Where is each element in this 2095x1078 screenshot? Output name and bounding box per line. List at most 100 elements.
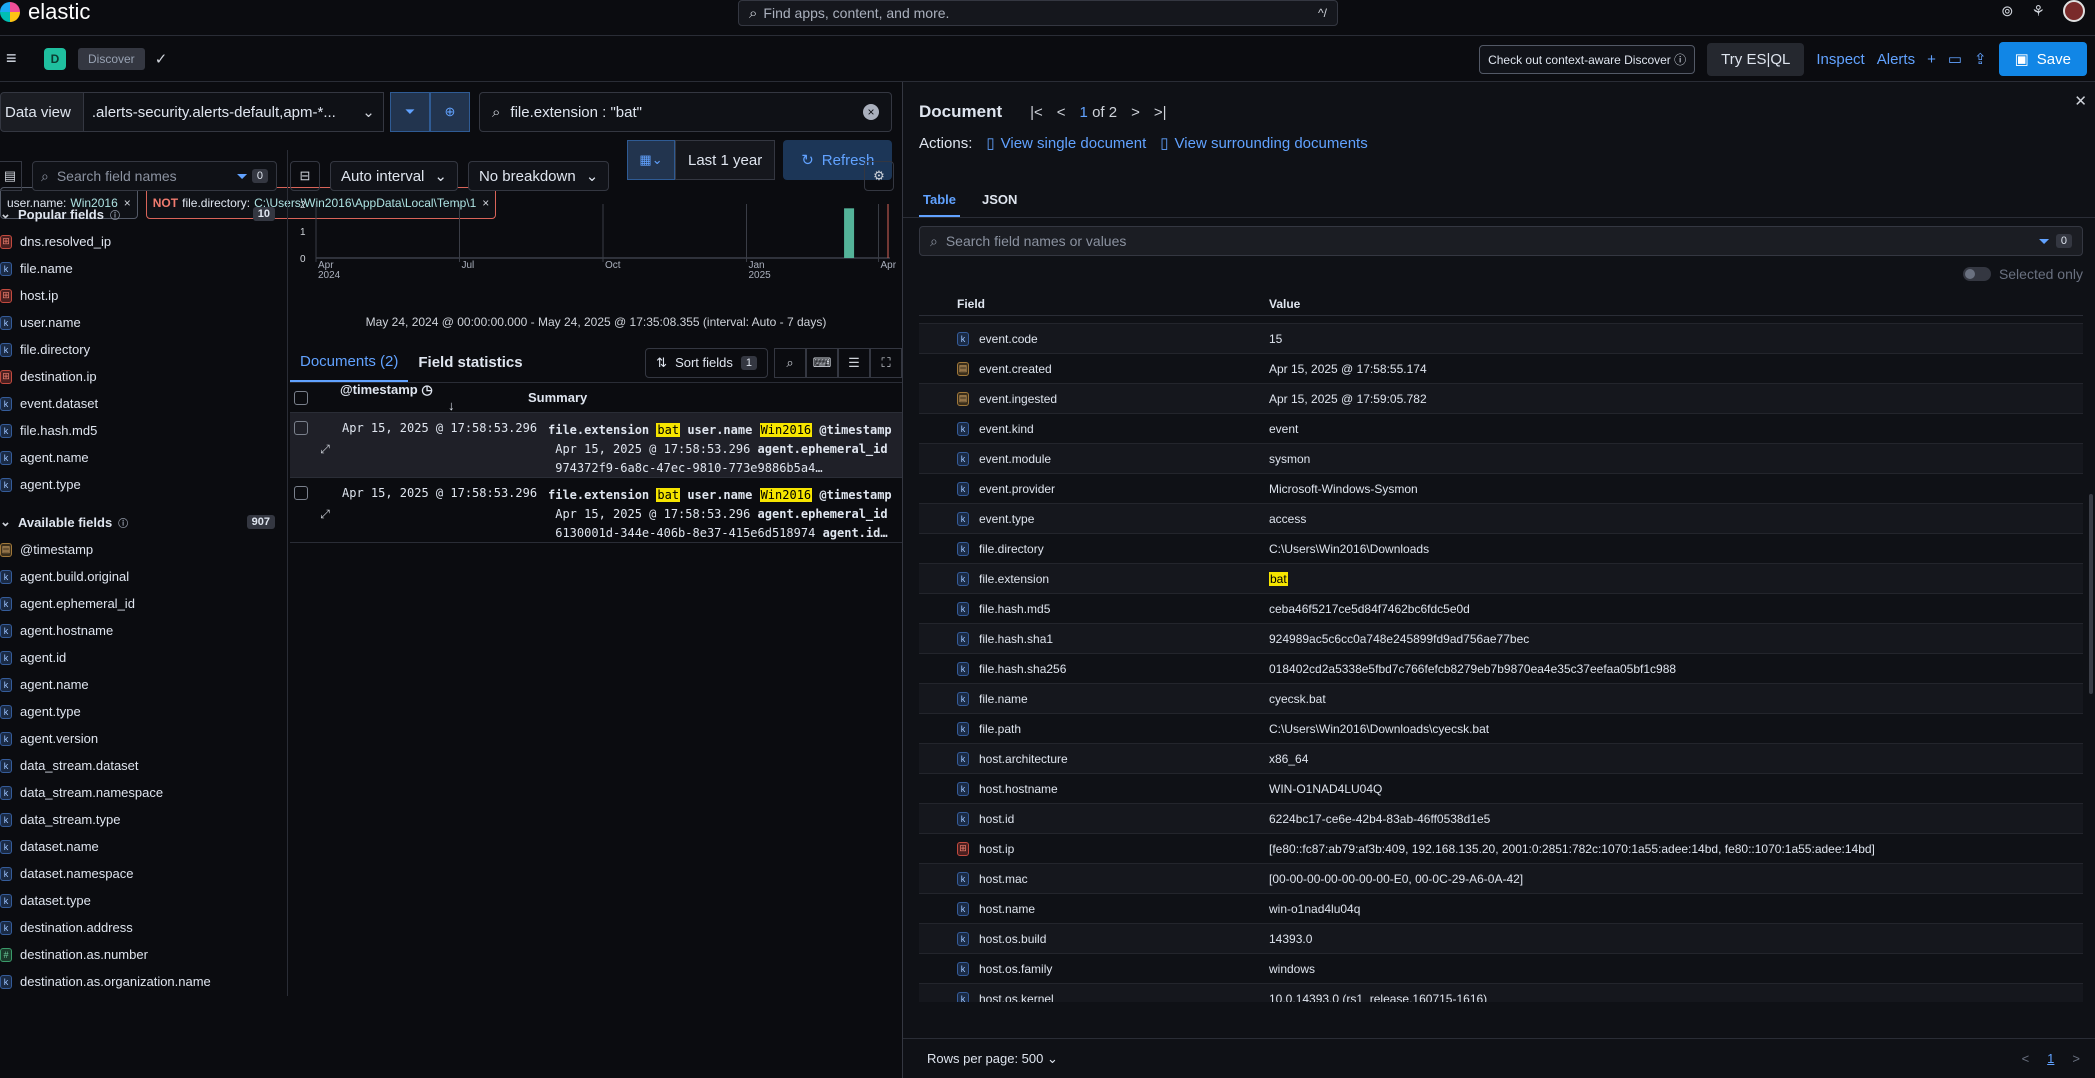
select-all-checkbox[interactable] — [294, 390, 308, 405]
try-esql-button[interactable]: Try ES|QL — [1707, 42, 1805, 76]
table-row[interactable]: k host.os.family windows — [919, 954, 2083, 984]
table-row[interactable]: k event.module sysmon — [919, 444, 2083, 474]
settings-icon[interactable]: ☰ — [838, 347, 870, 378]
sidebar-field-item[interactable]: k event.dataset — [0, 390, 287, 417]
add-filter-button[interactable]: ⊕ — [430, 92, 470, 132]
save-button[interactable]: ▣ Save — [1998, 42, 2087, 76]
sidebar-field-item[interactable]: k agent.type — [0, 698, 287, 725]
table-row[interactable]: k host.mac [00-00-00-00-00-00-00-E0, 00-0C… — [919, 864, 2083, 894]
sidebar-field-item[interactable]: k agent.name — [0, 444, 287, 471]
sidebar-field-item[interactable]: k file.name — [0, 255, 287, 282]
flyout-scrollbar[interactable] — [2089, 494, 2093, 694]
sidebar-toggle-icon[interactable]: ▤ — [0, 161, 22, 191]
first-page-icon[interactable]: |< — [1030, 104, 1043, 121]
data-view-picker[interactable]: Data view .alerts-security.alerts-defaul… — [0, 92, 384, 132]
global-search-input[interactable]: ⌕ Find apps, content, and more. ^/ — [738, 0, 1338, 26]
flyout-filter-button[interactable]: ⏷ 0 — [2039, 233, 2072, 250]
row-checkbox[interactable] — [294, 421, 308, 435]
next-page-icon[interactable]: > — [1131, 104, 1140, 121]
tab-documents[interactable]: Documents (2) — [290, 343, 409, 382]
sidebar-field-item[interactable]: ⊞ host.ip — [0, 282, 287, 309]
interval-select[interactable]: Auto interval ⌄ — [330, 161, 458, 191]
prev-page-icon[interactable]: < — [1057, 104, 1066, 121]
sidebar-field-item[interactable]: k dataset.namespace — [0, 860, 287, 887]
breadcrumb[interactable]: Discover — [78, 47, 145, 70]
table-row[interactable]: k event.provider Microsoft-Windows-Sysmon — [919, 474, 2083, 504]
sidebar-field-item[interactable]: k agent.build.original — [0, 563, 287, 590]
data-view-select[interactable]: .alerts-security.alerts-default,apm-*...… — [83, 92, 384, 132]
open-icon[interactable]: ▭ — [1948, 50, 1962, 68]
field-filter-button[interactable]: ⏷ 0 — [237, 168, 268, 185]
sidebar-field-item[interactable]: k agent.type — [0, 471, 287, 498]
sidebar-field-item[interactable]: k dataset.type — [0, 887, 287, 914]
close-icon[interactable]: ✕ — [2074, 92, 2087, 110]
sidebar-field-item[interactable]: k file.directory — [0, 336, 287, 363]
elastic-logo[interactable]: elastic — [0, 0, 90, 24]
table-row[interactable]: k file.name cyecsk.bat — [919, 684, 2083, 714]
sidebar-field-item[interactable]: ▤ @timestamp — [0, 536, 287, 563]
query-input[interactable]: ⌕ file.extension : "bat" × — [479, 92, 892, 132]
table-row[interactable]: k event.kind event — [919, 414, 2083, 444]
sidebar-field-item[interactable]: k user.name — [0, 309, 287, 336]
table-row[interactable]: k host.name win-o1nad4lu04q — [919, 894, 2083, 924]
table-row[interactable]: k file.hash.md5 ceba46f5217ce5d84f7462bc6f… — [919, 594, 2083, 624]
row-checkbox[interactable] — [294, 486, 308, 500]
column-timestamp[interactable]: @timestamp ◷ ↓ — [340, 382, 500, 413]
inspect-button[interactable]: Inspect — [1816, 51, 1864, 68]
tab-field-statistics[interactable]: Field statistics — [408, 344, 532, 381]
keyboard-icon[interactable]: ⌨ — [806, 347, 838, 378]
expand-icon[interactable]: ⤢ — [316, 486, 334, 542]
sort-fields-button[interactable]: ⇅ Sort fields 1 — [645, 347, 768, 378]
sidebar-field-item[interactable]: k data_stream.dataset — [0, 752, 287, 779]
table-row[interactable]: k file.hash.sha256 018402cd2a5338e5fbd7c76… — [919, 654, 2083, 684]
view-single-document-link[interactable]: ▯ View single document — [986, 134, 1146, 153]
table-row[interactable]: ⤢ Apr 15, 2025 @ 17:58:53.296 file.extensi… — [290, 413, 902, 478]
sidebar-field-item[interactable]: k file.hash.md5 — [0, 417, 287, 444]
clear-icon[interactable]: × — [863, 104, 879, 120]
table-row[interactable]: k host.os.build 14393.0 — [919, 924, 2083, 954]
chart-options-icon[interactable]: ⚙ — [864, 161, 894, 191]
sidebar-field-item[interactable]: k agent.version — [0, 725, 287, 752]
sidebar-field-item[interactable]: k dataset.name — [0, 833, 287, 860]
sidebar-field-item[interactable]: k agent.hostname — [0, 617, 287, 644]
avatar[interactable] — [2063, 0, 2085, 22]
sidebar-field-item[interactable]: ⊞ dns.resolved_ip — [0, 228, 287, 255]
sidebar-field-item[interactable]: k data_stream.namespace — [0, 779, 287, 806]
sort-desc-icon[interactable]: ↓ — [448, 398, 455, 413]
news-feed-icon[interactable]: ⚘ — [2032, 2, 2045, 20]
table-row[interactable]: ▤ event.created Apr 15, 2025 @ 17:58:55.17… — [919, 354, 2083, 384]
table-row[interactable]: k event.code 15 — [919, 324, 2083, 354]
view-surrounding-documents-link[interactable]: ▯ View surrounding documents — [1160, 134, 1367, 153]
rows-per-page-select[interactable]: Rows per page: 500 ⌄ — [927, 1051, 1058, 1067]
tab-table[interactable]: Table — [919, 184, 960, 217]
table-row[interactable]: k file.hash.sha1 924989ac5c6cc0a748e245899… — [919, 624, 2083, 654]
chart-toggle-icon[interactable]: ⊟ — [290, 161, 320, 191]
table-row[interactable]: k event.type access — [919, 504, 2083, 534]
help-icon[interactable]: ⊚ — [2001, 2, 2014, 20]
filter-menu-button[interactable]: ⏷ — [390, 92, 430, 132]
breakdown-select[interactable]: No breakdown ⌄ — [467, 161, 610, 191]
space-badge[interactable]: D — [44, 47, 66, 70]
toggle-switch[interactable] — [1962, 267, 1991, 281]
share-icon[interactable]: ⇪ — [1974, 50, 1987, 68]
next-page-icon[interactable]: > — [2072, 1051, 2080, 1066]
available-fields-header[interactable]: ⌄ Available fields ⓘ 907 — [0, 508, 287, 536]
sidebar-field-item[interactable]: k data_stream.type — [0, 806, 287, 833]
tab-json[interactable]: JSON — [978, 184, 1021, 217]
last-page-icon[interactable]: >| — [1154, 104, 1167, 121]
sidebar-field-item[interactable]: k agent.ephemeral_id — [0, 590, 287, 617]
footer-page-number[interactable]: 1 — [2047, 1051, 2054, 1066]
context-aware-button[interactable]: Check out context-aware Discover ⓘ — [1479, 44, 1696, 74]
alerts-button[interactable]: Alerts — [1877, 51, 1915, 68]
table-row[interactable]: k file.directory C:\Users\Win2016\Download… — [919, 534, 2083, 564]
field-search-input[interactable]: ⌕ Search field names ⏷ 0 — [32, 161, 277, 191]
sidebar-field-item[interactable]: k agent.id — [0, 644, 287, 671]
table-row[interactable]: k file.path C:\Users\Win2016\Downloads\cye… — [919, 714, 2083, 744]
popular-fields-header[interactable]: ⌄ Popular fields ⓘ 10 — [0, 200, 287, 228]
table-row[interactable]: k file.extension bat — [919, 564, 2083, 594]
table-row[interactable]: ▤ event.ingested Apr 15, 2025 @ 17:59:05.7… — [919, 384, 2083, 414]
expand-icon[interactable]: ⤢ — [316, 421, 334, 477]
table-row[interactable]: k host.hostname WIN-O1NAD4LU04Q — [919, 774, 2083, 804]
sidebar-field-item[interactable]: k destination.address — [0, 914, 287, 941]
prev-page-icon[interactable]: < — [2022, 1051, 2030, 1066]
